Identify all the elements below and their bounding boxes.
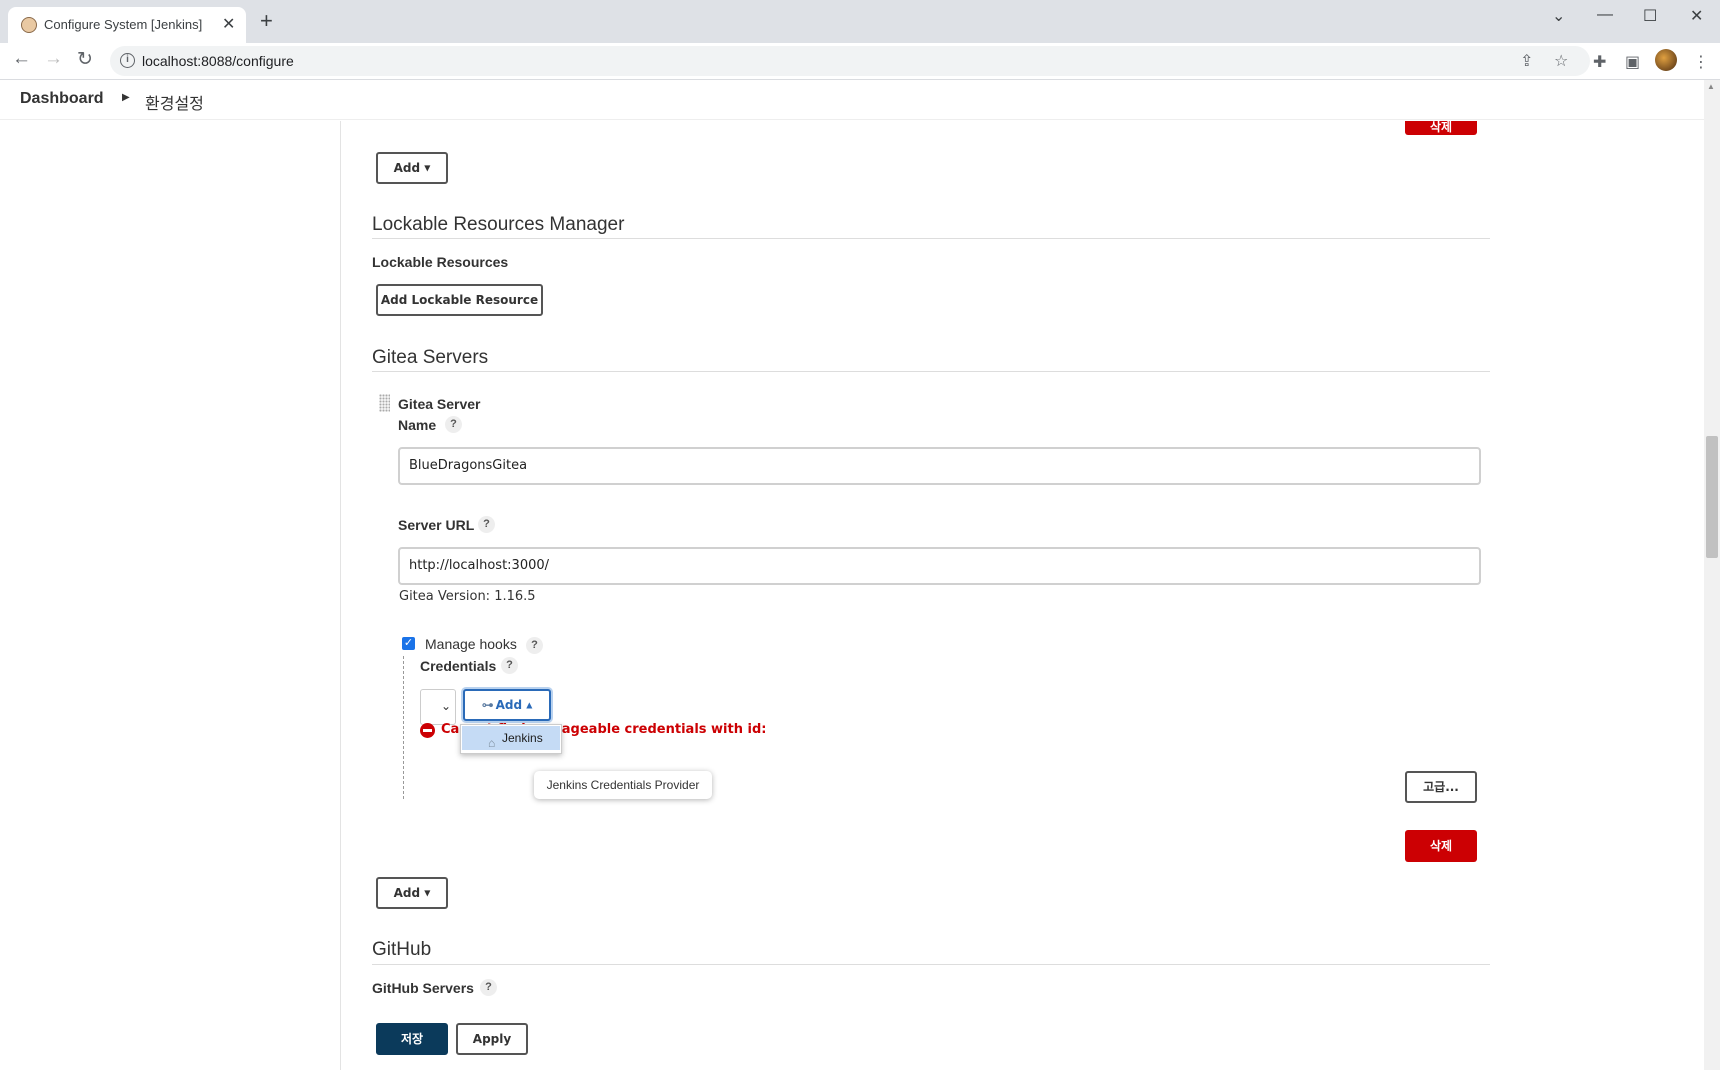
maximize-icon[interactable]: ☐	[1643, 6, 1657, 26]
add-credentials-label: Add	[495, 698, 523, 712]
new-tab-button[interactable]: +	[260, 10, 273, 32]
share-icon[interactable]: ⇪	[1520, 51, 1533, 71]
caret-up-icon: ▲	[526, 700, 533, 710]
gitea-version-text: Gitea Version: 1.16.5	[399, 589, 536, 604]
bookmark-star-icon[interactable]: ☆	[1554, 51, 1568, 71]
address-bar[interactable]: i localhost:8088/configure ⇪ ☆	[110, 46, 1590, 76]
tab-search-icon[interactable]: ⌄	[1552, 6, 1565, 26]
manage-hooks-help-icon[interactable]: ?	[526, 637, 543, 654]
section-divider	[372, 964, 1490, 965]
jenkins-store-icon: ⌂	[488, 736, 496, 750]
add-gitea-server-label: Add	[393, 886, 421, 900]
credentials-select[interactable]: ⌄	[420, 689, 456, 725]
error-icon	[420, 723, 435, 738]
jenkins-favicon-icon	[21, 17, 37, 33]
github-servers-help-icon[interactable]: ?	[480, 979, 497, 996]
section-divider	[372, 371, 1490, 372]
name-input[interactable]: BlueDragonsGitea	[398, 447, 1481, 485]
save-button[interactable]: 저장	[376, 1023, 448, 1055]
profile-avatar[interactable]	[1655, 49, 1677, 71]
scroll-thumb[interactable]	[1706, 436, 1718, 558]
drag-handle-icon[interactable]	[379, 394, 390, 412]
minimize-icon[interactable]: —	[1597, 6, 1613, 24]
github-section-title: GitHub	[372, 939, 432, 960]
lockable-section-title: Lockable Resources Manager	[372, 214, 625, 235]
extensions-icon[interactable]: ✚	[1593, 52, 1606, 72]
gitea-section-title: Gitea Servers	[372, 347, 489, 368]
breadcrumb-dashboard[interactable]: Dashboard	[20, 90, 104, 108]
name-label: Name	[398, 417, 437, 433]
name-help-icon[interactable]: ?	[445, 416, 462, 433]
breadcrumb-configure[interactable]: 환경설정	[145, 90, 204, 114]
apply-button[interactable]: Apply	[456, 1023, 528, 1055]
back-icon[interactable]: ←	[12, 48, 31, 70]
gitea-server-label: Gitea Server	[398, 396, 481, 412]
delete-gitea-server-button[interactable]: 삭제	[1405, 830, 1477, 862]
caret-down-icon: ▼	[424, 888, 431, 898]
credentials-provider-menu: ⌂ Jenkins	[460, 724, 562, 754]
config-content: 삭제 Add ▼ Lockable Resources Manager Lock…	[0, 121, 1704, 1070]
chevron-down-icon: ⌄	[441, 699, 452, 713]
reload-icon[interactable]: ↻	[77, 48, 93, 71]
browser-tabstrip: Configure System [Jenkins] ✕ + ⌄ — ☐ ✕	[0, 0, 1720, 43]
breadcrumb: Dashboard ▶ 환경설정	[0, 80, 1704, 120]
browser-tab[interactable]: Configure System [Jenkins] ✕	[8, 7, 246, 43]
window-close-icon[interactable]: ✕	[1690, 6, 1703, 26]
side-panel-icon[interactable]: ▣	[1625, 52, 1640, 72]
tab-close-icon[interactable]: ✕	[222, 14, 235, 34]
scroll-up-icon[interactable]: ▲	[1707, 82, 1715, 91]
add-button-top[interactable]: Add ▼	[376, 152, 448, 184]
github-servers-label: GitHub Servers	[372, 980, 474, 996]
forward-icon[interactable]: →	[44, 48, 63, 70]
menu-item-jenkins[interactable]: ⌂ Jenkins	[462, 726, 560, 750]
delete-button-top[interactable]: 삭제	[1405, 121, 1477, 135]
server-url-input[interactable]: http://localhost:3000/	[398, 547, 1481, 585]
add-button-top-label: Add	[393, 161, 421, 175]
caret-down-icon: ▼	[424, 163, 431, 173]
nested-config-line	[403, 656, 404, 799]
advanced-button[interactable]: 고급...	[1405, 771, 1477, 803]
page-scrollbar[interactable]: ▲	[1704, 80, 1720, 1070]
tooltip: Jenkins Credentials Provider	[534, 771, 712, 799]
server-url-help-icon[interactable]: ?	[478, 516, 495, 533]
site-info-icon[interactable]: i	[120, 53, 135, 68]
url-text: localhost:8088/configure	[142, 53, 294, 69]
credentials-help-icon[interactable]: ?	[501, 657, 518, 674]
lockable-resources-label: Lockable Resources	[372, 254, 509, 270]
breadcrumb-separator-icon: ▶	[122, 92, 130, 103]
menu-kebab-icon[interactable]: ⋮	[1693, 52, 1709, 72]
section-divider	[372, 238, 1490, 239]
manage-hooks-checkbox[interactable]: ✓	[402, 637, 415, 650]
tab-title: Configure System [Jenkins]	[44, 17, 203, 32]
manage-hooks-label[interactable]: Manage hooks	[425, 636, 517, 652]
add-credentials-button[interactable]: ⊶ Add ▲	[463, 689, 551, 721]
credentials-label: Credentials	[420, 658, 497, 674]
content-divider	[340, 121, 341, 1070]
menu-item-jenkins-label: Jenkins	[502, 731, 543, 745]
browser-toolbar: ← → ↻ i localhost:8088/configure ⇪ ☆ ✚ ▣…	[0, 43, 1720, 80]
add-lockable-resource-button[interactable]: Add Lockable Resource	[376, 284, 543, 316]
server-url-label: Server URL	[398, 517, 475, 533]
add-gitea-server-button[interactable]: Add ▼	[376, 877, 448, 909]
key-icon: ⊶	[481, 698, 494, 712]
